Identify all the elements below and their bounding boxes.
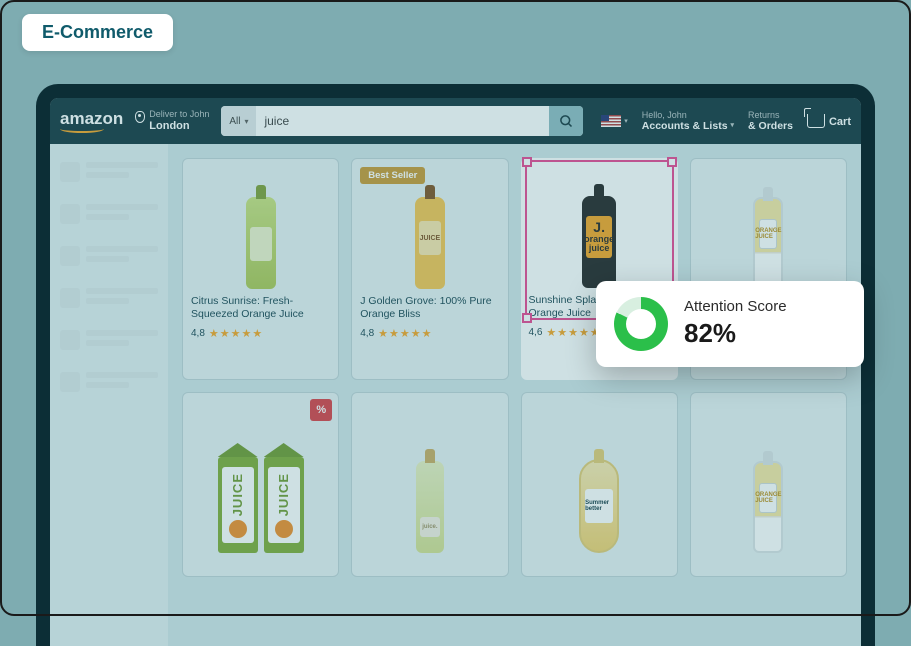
- flag-icon: [601, 115, 621, 127]
- sidebar-item[interactable]: [60, 246, 158, 266]
- product-card[interactable]: Citrus Sunrise: Fresh-Squeezed Orange Ju…: [182, 158, 339, 380]
- storefront-header: amazon Deliver to John London All ▾: [50, 98, 861, 144]
- chevron-down-icon: ▾: [624, 117, 628, 125]
- product-card[interactable]: Best Seller JUICE J Golden Grove: 100% P…: [351, 158, 508, 380]
- search-input[interactable]: [256, 106, 549, 136]
- product-title: J Golden Grove: 100% Pure Orange Bliss: [360, 295, 499, 321]
- cart-button[interactable]: Cart: [807, 114, 851, 128]
- chevron-down-icon: ▾: [244, 117, 248, 126]
- smile-icon: [60, 125, 104, 133]
- product-image: ORANGE JUICE: [753, 197, 783, 289]
- product-card[interactable]: juice.: [351, 392, 508, 577]
- attention-label: Attention Score: [684, 298, 787, 317]
- returns-line2: & Orders: [748, 120, 793, 132]
- product-image: Summer better: [579, 459, 619, 553]
- location-pin-icon: [135, 111, 145, 123]
- resize-handle-icon[interactable]: [522, 157, 532, 167]
- product-card[interactable]: ORANGE JUICE: [690, 392, 847, 577]
- stars-icon: ★★★★★: [546, 326, 600, 339]
- search-icon: [559, 114, 574, 129]
- rating-value: 4,8: [360, 328, 374, 339]
- product-image: juice.: [416, 461, 444, 553]
- donut-chart-icon: [614, 297, 668, 351]
- product-image: JUICE: [415, 197, 445, 289]
- product-image: J.orangejuice: [582, 196, 616, 288]
- returns-line1: Returns: [748, 110, 793, 120]
- cart-icon: [807, 114, 825, 128]
- attention-score-popover: Attention Score 82%: [596, 281, 864, 367]
- brand-name: amazon: [60, 110, 123, 127]
- deliver-line2: London: [149, 120, 209, 133]
- account-menu[interactable]: Hello, John Accounts & Lists▾: [642, 110, 734, 132]
- greeting-text: Hello, John: [642, 110, 734, 120]
- stars-icon: ★★★★★: [378, 327, 432, 340]
- accounts-label: Accounts & Lists: [642, 120, 728, 132]
- rating-value: 4,6: [529, 327, 543, 338]
- product-grid: Citrus Sunrise: Fresh-Squeezed Orange Ju…: [182, 158, 847, 577]
- rating-value: 4,8: [191, 328, 205, 339]
- deliver-to[interactable]: Deliver to John London: [135, 109, 209, 133]
- product-card[interactable]: Summer better: [521, 392, 678, 577]
- sidebar-item[interactable]: [60, 204, 158, 224]
- sidebar-item[interactable]: [60, 372, 158, 392]
- search-button[interactable]: [549, 106, 583, 136]
- resize-handle-icon[interactable]: [522, 313, 532, 323]
- sidebar-item[interactable]: [60, 288, 158, 308]
- returns-orders[interactable]: Returns & Orders: [748, 110, 793, 132]
- brand-logo[interactable]: amazon: [60, 110, 123, 133]
- domain-tag: E-Commerce: [22, 14, 173, 51]
- screen: amazon Deliver to John London All ▾: [50, 98, 861, 646]
- search-category-select[interactable]: All ▾: [221, 106, 256, 136]
- cart-label: Cart: [829, 116, 851, 128]
- product-image: [246, 197, 276, 289]
- product-card[interactable]: % JUICE JUICE: [182, 392, 339, 577]
- attention-value: 82%: [684, 317, 787, 350]
- sidebar-item[interactable]: [60, 330, 158, 350]
- sidebar-item[interactable]: [60, 162, 158, 182]
- product-image: JUICE JUICE: [218, 457, 304, 553]
- deliver-line1: Deliver to John: [149, 109, 209, 120]
- search-bar: All ▾: [221, 106, 583, 136]
- search-category-label: All: [229, 116, 240, 127]
- locale-select[interactable]: ▾: [601, 115, 628, 127]
- chevron-down-icon: ▾: [731, 122, 735, 130]
- product-image: ORANGE JUICE: [753, 461, 783, 553]
- filters-sidebar: [50, 144, 168, 646]
- resize-handle-icon[interactable]: [667, 157, 677, 167]
- product-title: Citrus Sunrise: Fresh-Squeezed Orange Ju…: [191, 295, 330, 321]
- stars-icon: ★★★★★: [209, 327, 263, 340]
